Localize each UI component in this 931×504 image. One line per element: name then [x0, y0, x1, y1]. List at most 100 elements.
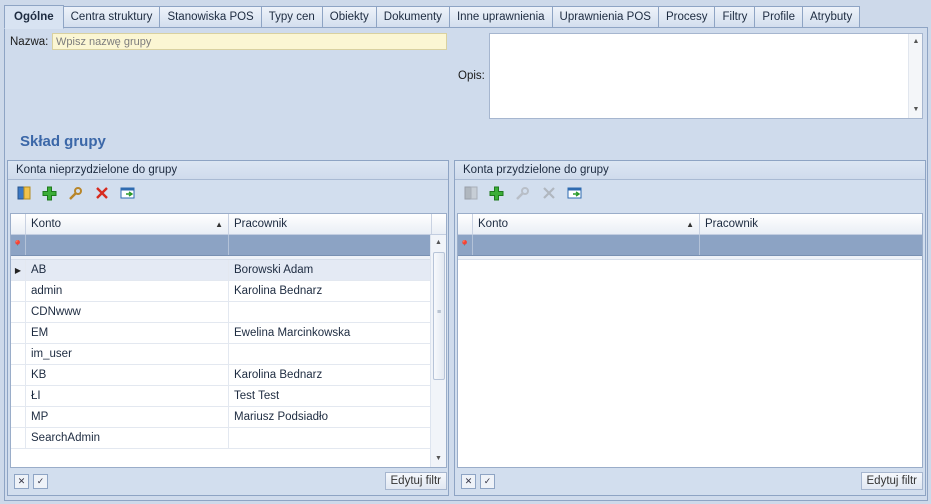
- delete-icon: [95, 187, 108, 199]
- refresh-button[interactable]: [563, 182, 586, 204]
- column-header-pracownik[interactable]: Pracownik: [229, 214, 432, 234]
- scroll-thumb[interactable]: ≡: [433, 252, 445, 380]
- tab-profile[interactable]: Profile: [755, 6, 804, 28]
- add-button[interactable]: [38, 182, 61, 204]
- grid-header: Konto ▲ Pracownik: [11, 214, 446, 235]
- tab-obiekty[interactable]: Obiekty: [322, 6, 377, 28]
- edit-filter-button[interactable]: Edytuj filtr: [860, 472, 923, 490]
- row-indicator: [11, 302, 26, 322]
- table-row[interactable]: EM Ewelina Marcinkowska: [11, 323, 446, 344]
- tab-typy-cen[interactable]: Typy cen: [261, 6, 323, 28]
- plus-icon: [489, 186, 504, 200]
- scroll-up-icon[interactable]: ▲: [431, 237, 446, 249]
- row-indicator: ▶: [11, 260, 26, 280]
- filter-row-indicator: 📍: [11, 235, 26, 255]
- current-row-icon: ▶: [14, 265, 22, 275]
- unassign-icon: [464, 186, 477, 200]
- edit-filter-button[interactable]: Edytuj filtr: [384, 472, 447, 490]
- section-title: Skład grupy: [20, 133, 106, 150]
- scroll-down-icon[interactable]: ▼: [431, 453, 446, 465]
- column-header-konto[interactable]: Konto ▲: [473, 214, 700, 234]
- tab-uprawnienia-pos[interactable]: Uprawnienia POS: [552, 6, 659, 28]
- name-label: Nazwa:: [10, 36, 49, 48]
- filter-cell-konto[interactable]: [26, 235, 229, 255]
- tab-dokumenty[interactable]: Dokumenty: [376, 6, 450, 28]
- cell-pracownik: Test Test: [229, 386, 432, 406]
- delete-button[interactable]: [90, 182, 113, 204]
- sort-asc-icon: ▲: [686, 219, 694, 229]
- scroll-down-icon[interactable]: ▼: [909, 104, 923, 116]
- cell-pracownik: Karolina Bednarz: [229, 365, 432, 385]
- table-row[interactable]: ▶ AB Borowski Adam: [11, 260, 446, 281]
- edit-button[interactable]: [64, 182, 87, 204]
- filter-bar: ✕ ✓ Edytuj filtr: [457, 469, 923, 493]
- scroll-up-icon[interactable]: ▲: [909, 36, 923, 48]
- filter-cell-pracownik[interactable]: [700, 235, 922, 255]
- column-label: Pracownik: [234, 218, 288, 230]
- pin-icon: 📍: [12, 239, 24, 250]
- table-row[interactable]: CDNwww: [11, 302, 446, 323]
- add-button[interactable]: [485, 182, 508, 204]
- table-row[interactable]: KB Karolina Bednarz: [11, 365, 446, 386]
- unassigned-accounts-panel: Konta nieprzydzielone do grupy Konto ▲ P…: [7, 160, 449, 496]
- tab-filtry[interactable]: Filtry: [715, 6, 756, 28]
- cell-konto: SearchAdmin: [26, 428, 229, 448]
- assign-button[interactable]: [12, 182, 35, 204]
- refresh-button[interactable]: [116, 182, 139, 204]
- cell-konto: CDNwww: [26, 302, 229, 322]
- column-label: Konto: [31, 218, 62, 230]
- pin-icon: 📍: [459, 239, 471, 250]
- tab-stanowiska-pos[interactable]: Stanowiska POS: [160, 6, 262, 28]
- column-label: Konto: [478, 218, 509, 230]
- filter-row-indicator: 📍: [458, 235, 473, 255]
- grid-body: ▶ AB Borowski Adam admin Karolina Bednar…: [11, 260, 446, 449]
- cell-pracownik: [229, 428, 432, 448]
- toolbar: [455, 180, 925, 206]
- cell-konto: EM: [26, 323, 229, 343]
- column-label: Pracownik: [705, 218, 759, 230]
- filter-row: 📍: [11, 235, 446, 256]
- filter-enabled-checkbox[interactable]: ✓: [33, 473, 48, 489]
- name-input[interactable]: [52, 33, 447, 50]
- opis-textarea[interactable]: ▲ ▼: [489, 33, 923, 119]
- tab-ogolne[interactable]: Ogólne: [4, 5, 64, 29]
- plus-icon: [42, 186, 57, 200]
- opis-scrollbar[interactable]: ▲ ▼: [908, 34, 922, 118]
- grid-spacer: [458, 256, 922, 260]
- table-row[interactable]: admin Karolina Bednarz: [11, 281, 446, 302]
- delete-button[interactable]: [537, 182, 560, 204]
- clear-filter-icon[interactable]: ✕: [461, 473, 476, 489]
- grip-icon: ≡: [437, 309, 442, 316]
- cell-pracownik: Karolina Bednarz: [229, 281, 432, 301]
- row-indicator: [11, 407, 26, 427]
- assigned-accounts-panel: Konta przydzielone do grupy Konto ▲ Prac…: [454, 160, 926, 496]
- tab-procesy[interactable]: Procesy: [658, 6, 716, 28]
- cell-konto: ŁI: [26, 386, 229, 406]
- table-row[interactable]: SearchAdmin: [11, 428, 446, 449]
- table-row[interactable]: MP Mariusz Podsiadło: [11, 407, 446, 428]
- cell-konto: KB: [26, 365, 229, 385]
- clear-filter-icon[interactable]: ✕: [14, 473, 29, 489]
- filter-cell-pracownik[interactable]: [229, 235, 432, 255]
- cell-pracownik: Mariusz Podsiadło: [229, 407, 432, 427]
- cell-pracownik: Borowski Adam: [229, 260, 432, 280]
- assign-icon: [17, 186, 30, 200]
- filter-cell-konto[interactable]: [473, 235, 700, 255]
- grid-scrollbar[interactable]: ▲ ≡ ▼: [430, 235, 446, 467]
- assigned-accounts-grid: Konto ▲ Pracownik 📍: [457, 213, 923, 468]
- tab-inne-uprawnienia[interactable]: Inne uprawnienia: [449, 6, 553, 28]
- table-row[interactable]: im_user: [11, 344, 446, 365]
- delete-icon: [542, 187, 555, 199]
- column-header-konto[interactable]: Konto ▲: [26, 214, 229, 234]
- edit-button[interactable]: [511, 182, 534, 204]
- panel-title: Konta przydzielone do grupy: [455, 161, 925, 180]
- refresh-window-icon: [567, 187, 581, 199]
- grid-header: Konto ▲ Pracownik: [458, 214, 922, 235]
- table-row[interactable]: ŁI Test Test: [11, 386, 446, 407]
- filter-enabled-checkbox[interactable]: ✓: [480, 473, 495, 489]
- filter-bar: ✕ ✓ Edytuj filtr: [10, 469, 447, 493]
- column-header-pracownik[interactable]: Pracownik: [700, 214, 922, 234]
- tab-centra-struktury[interactable]: Centra struktury: [63, 6, 161, 28]
- unassign-button[interactable]: [459, 182, 482, 204]
- tab-atrybuty[interactable]: Atrybuty: [803, 6, 861, 28]
